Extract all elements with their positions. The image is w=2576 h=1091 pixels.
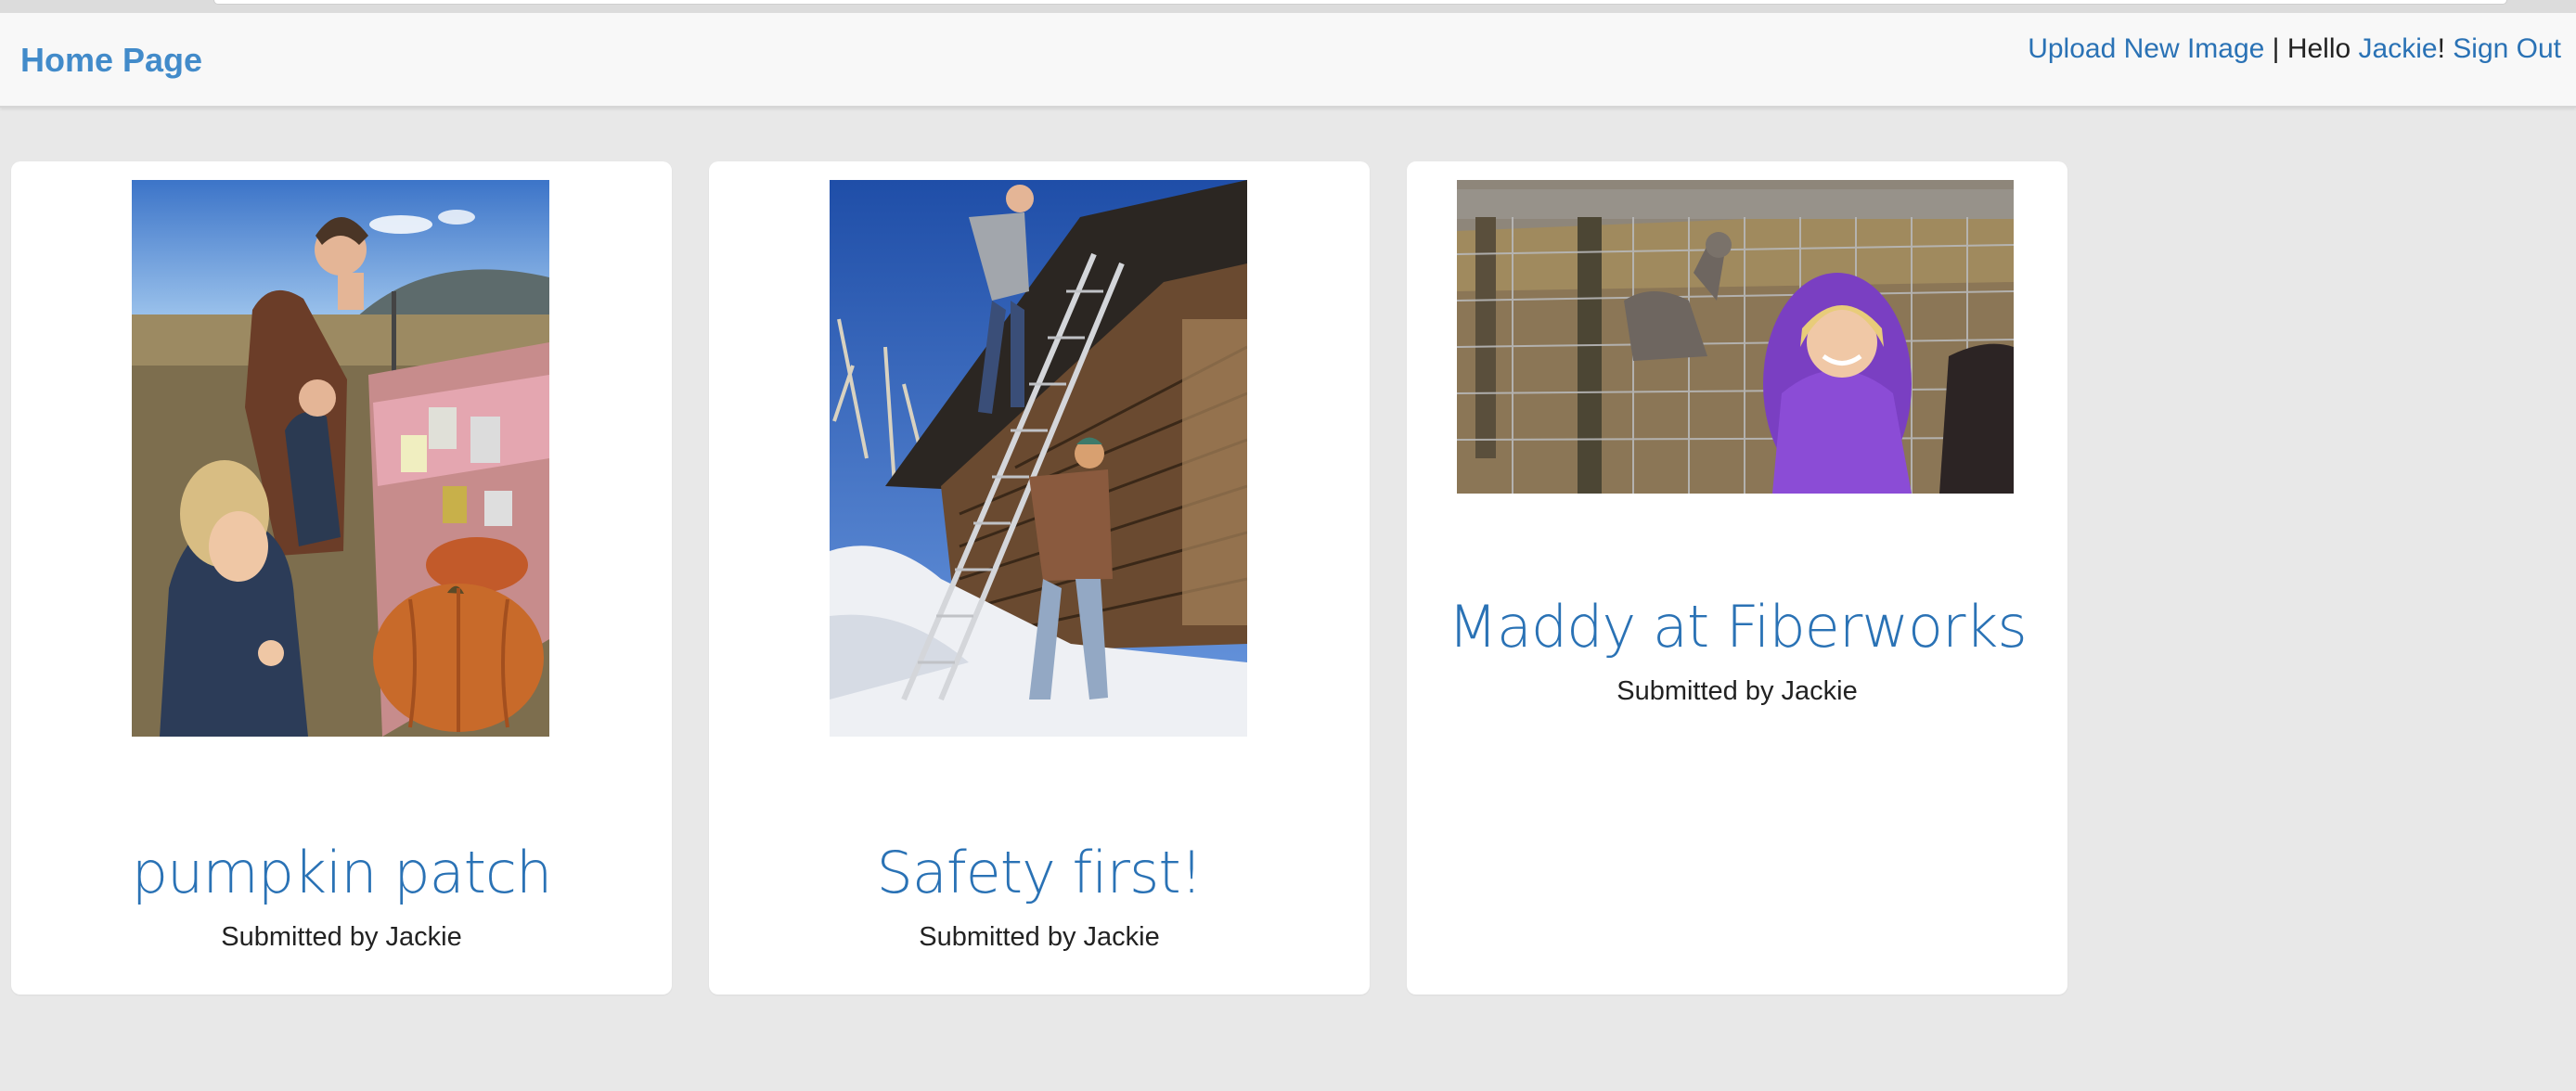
- home-page-link[interactable]: Home Page: [20, 41, 202, 80]
- upload-new-image-link[interactable]: Upload New Image: [2028, 33, 2264, 64]
- browser-top-strip: [0, 0, 2576, 13]
- image-thumbnail[interactable]: [830, 180, 1247, 737]
- submitted-by-text: Submitted by Jackie: [919, 922, 1160, 952]
- submitted-by-text: Submitted by Jackie: [1616, 676, 1858, 706]
- image-thumbnail[interactable]: [132, 180, 549, 737]
- image-title-link[interactable]: Safety first!: [709, 839, 1370, 906]
- image-thumbnail[interactable]: [1457, 180, 2014, 494]
- sign-out-link[interactable]: Sign Out: [2453, 33, 2561, 64]
- image-title-link[interactable]: Maddy at Fiberworks: [1407, 593, 2067, 661]
- nav-separator: |: [2272, 33, 2280, 64]
- image-card: Safety first! Submitted by Jackie: [709, 161, 1370, 995]
- nav-right: Upload New Image | Hello Jackie! Sign Ou…: [2028, 33, 2561, 65]
- username-link[interactable]: Jackie: [2359, 33, 2438, 64]
- image-card: Maddy at Fiberworks Submitted by Jackie: [1407, 161, 2067, 995]
- submitted-by-text: Submitted by Jackie: [221, 922, 462, 952]
- image-card: pumpkin patch Submitted by Jackie: [11, 161, 672, 995]
- hello-exclaim: !: [2437, 33, 2445, 64]
- hello-text: Hello: [2286, 33, 2351, 64]
- navbar: Home Page Upload New Image | Hello Jacki…: [0, 13, 2576, 108]
- image-title-link[interactable]: pumpkin patch: [11, 839, 672, 906]
- browser-address-bar-edge: [213, 0, 2507, 5]
